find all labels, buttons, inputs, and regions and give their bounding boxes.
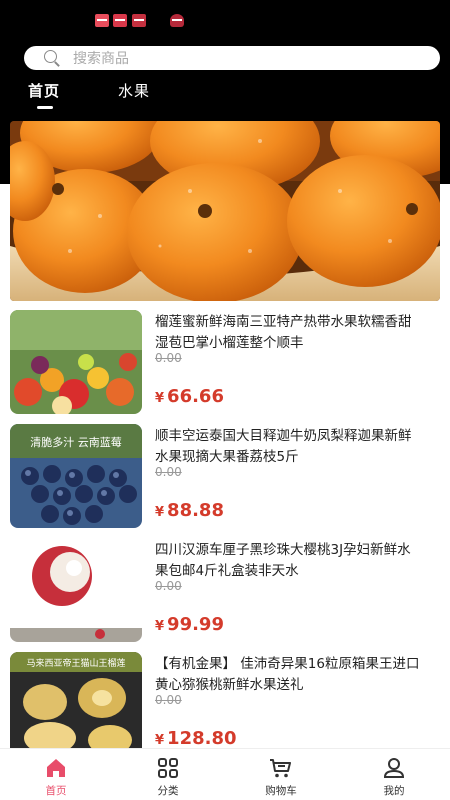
price-value: 128.80 [167,728,237,749]
price-value: 88.88 [167,500,224,521]
nav-profile[interactable]: 我的 [364,757,424,798]
nav-home[interactable]: 首页 [26,757,86,798]
product-title: 【有机金果】 佳沛奇异果16粒原箱果王进口黄心猕猴桃新鲜水果送礼 [155,656,420,693]
currency-symbol: ¥ [155,505,165,520]
search-bar[interactable]: 搜索商品 [24,46,440,70]
category-tabs: 首页 水果 [0,80,450,110]
nav-cart[interactable]: 购物车 [251,757,311,798]
original-price: 0.00 [155,351,182,365]
currency-symbol: ¥ [155,619,165,634]
product-price: ¥88.88 [155,500,224,521]
product-image: 清脆多汁 云南蓝莓 [10,424,142,528]
product-price: ¥99.99 [155,614,224,635]
promo-banner[interactable] [10,121,440,301]
app-notification-icon [170,14,184,27]
nav-label: 我的 [383,785,405,797]
price-value: 66.66 [167,386,224,407]
cart-icon [270,759,291,778]
product-title: 榴莲蜜新鲜海南三亚特产热带水果软糯香甜湿苞巴掌小榴莲整个顺丰 [155,314,412,351]
app-screen: 搜索商品 首页 水果 榴莲蜜新鲜海南三亚特产热带水果软糯香甜湿苞巴掌小榴莲整个顺… [0,0,450,800]
original-price: 0.00 [155,579,182,593]
product-price: ¥128.80 [155,728,237,749]
product-image: 马来西亚帝王猫山王榴莲 [10,652,142,756]
original-price: 0.00 [155,693,182,707]
product-title: 四川汉源车厘子黑珍珠大樱桃3J孕妇新鲜水果包邮4斤礼盒装非天水 [155,542,411,579]
active-tab-indicator [37,106,53,109]
currency-symbol: ¥ [155,733,165,748]
nav-label: 购物车 [265,785,297,797]
product-card[interactable]: 清脆多汁 云南蓝莓 顺丰空运泰国大目释迦牛奶凤梨释迦果新鲜水果现摘大果番荔枝5斤 [0,416,450,532]
tab-home[interactable]: 首页 [28,80,60,101]
home-icon [47,759,65,777]
search-icon [44,49,61,67]
loquat-banner-image [10,121,440,301]
tab-fruit[interactable]: 水果 [118,80,150,101]
user-icon [383,758,405,778]
product-title: 顺丰空运泰国大目释迦牛奶凤梨释迦果新鲜水果现摘大果番荔枝5斤 [155,428,412,465]
product-price: ¥66.66 [155,386,224,407]
product-image [10,538,142,642]
notification-icon [95,14,109,27]
notification-icon [132,14,146,27]
product-card[interactable]: 马来西亚帝王猫山王榴莲 【有机金果】 佳沛奇异果16粒原箱果王进口黄心猕猴桃新鲜… [0,644,450,760]
image-caption: 清脆多汁 云南蓝莓 [30,435,122,449]
product-card[interactable]: 四川汉源车厘子黑珍珠大樱桃3J孕妇新鲜水果包邮4斤礼盒装非天水 0.00 ¥99… [0,530,450,646]
search-placeholder: 搜索商品 [73,51,129,67]
product-card[interactable]: 榴莲蜜新鲜海南三亚特产热带水果软糯香甜湿苞巴掌小榴莲整个顺丰 0.00 ¥66.… [0,302,450,418]
nav-label: 分类 [157,785,179,797]
currency-symbol: ¥ [155,391,165,406]
image-caption: 马来西亚帝王猫山王榴莲 [26,657,125,669]
nav-label: 首页 [45,785,67,797]
notification-icon [113,14,127,27]
grid-icon [158,758,178,778]
bottom-nav: 首页 分类 购物车 我的 [0,748,450,800]
price-value: 99.99 [167,614,224,635]
original-price: 0.00 [155,465,182,479]
nav-category[interactable]: 分类 [138,757,198,798]
product-image [10,310,142,414]
status-bar [0,0,450,40]
